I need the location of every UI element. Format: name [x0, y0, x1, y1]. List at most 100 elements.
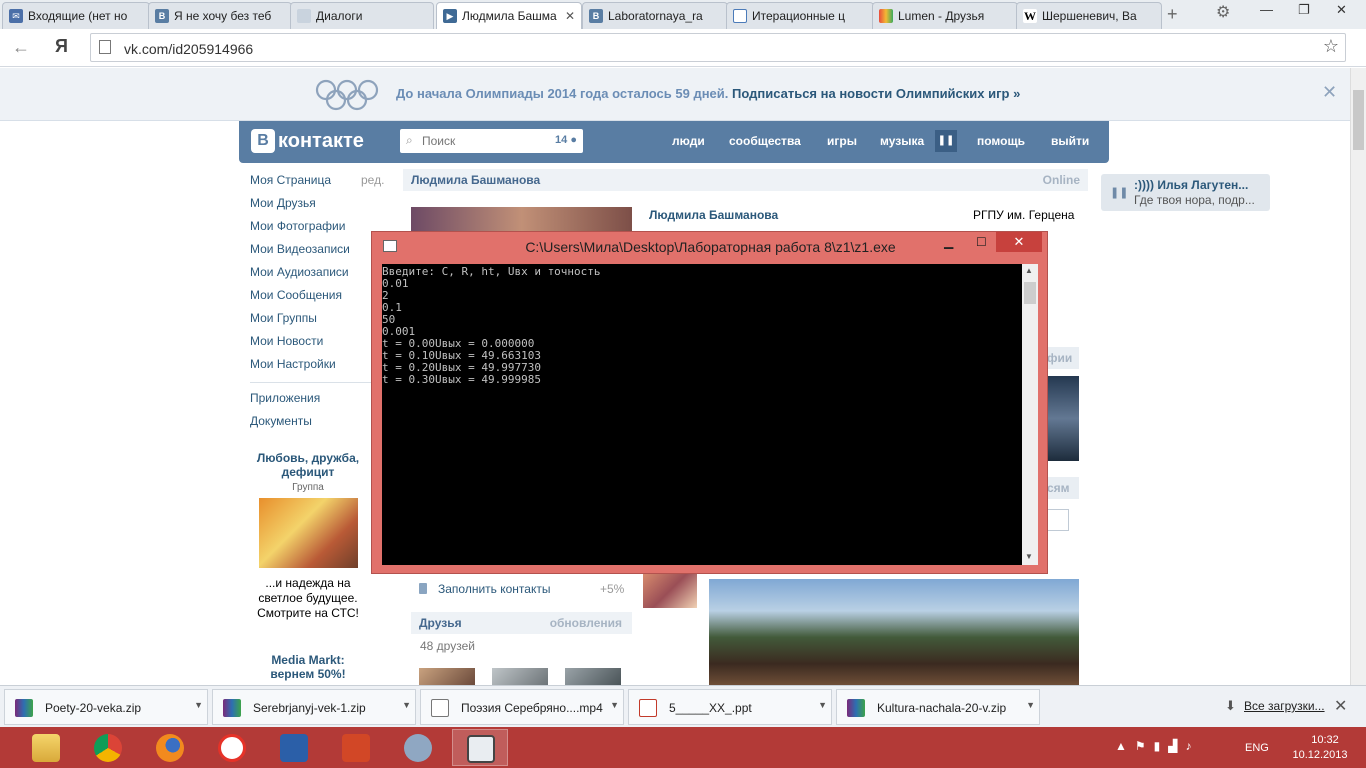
new-tab-icon[interactable]: +: [1167, 4, 1178, 25]
tab-wikipedia[interactable]: W Шершеневич, Ва: [1016, 2, 1162, 29]
menu-my-settings[interactable]: Мои Настройки: [250, 357, 385, 380]
close-icon[interactable]: ✕: [1322, 82, 1337, 103]
profile-university[interactable]: РГПУ им. Герцена: [973, 208, 1074, 222]
menu-apps[interactable]: Приложения: [250, 391, 385, 414]
maximize-icon[interactable]: ☐: [976, 235, 987, 249]
taskbar-powerpoint[interactable]: [328, 729, 384, 766]
friend-avatar[interactable]: [419, 668, 475, 685]
menu-my-page[interactable]: Моя Страница ред.: [250, 173, 385, 196]
nav-people[interactable]: люди: [672, 134, 705, 148]
pause-icon[interactable]: ❚❚: [935, 130, 957, 152]
language-indicator[interactable]: ENG: [1245, 742, 1269, 754]
friends-updates-link[interactable]: обновления: [550, 616, 622, 630]
photo-thumbnail[interactable]: [1047, 376, 1079, 461]
ad-block[interactable]: Media Markt: вернем 50%!: [250, 653, 366, 681]
scroll-down-icon[interactable]: ▼: [1025, 552, 1033, 561]
clock-time[interactable]: 10:32: [1300, 734, 1350, 746]
ad-text[interactable]: вернем 50%!: [250, 667, 366, 681]
ad-title[interactable]: Media Markt:: [250, 653, 366, 667]
fill-contacts-link[interactable]: Заполнить контакты: [438, 582, 550, 596]
close-window-icon[interactable]: ✕: [1336, 2, 1347, 18]
scrollbar-thumb[interactable]: [1353, 90, 1364, 150]
url-text[interactable]: vk.com/id205914966: [124, 41, 253, 57]
tab-vk-song[interactable]: B Я не хочу без теб: [148, 2, 292, 29]
chevron-down-icon[interactable]: ▼: [610, 700, 619, 710]
menu-my-news[interactable]: Мои Новости: [250, 334, 385, 357]
download-label[interactable]: Поэзия Серебряно....mp4: [461, 701, 603, 715]
tab-iteration[interactable]: Итерационные ц: [726, 2, 874, 29]
menu-my-messages[interactable]: Мои Сообщения: [250, 288, 385, 311]
menu-my-groups[interactable]: Мои Группы: [250, 311, 385, 334]
minimize-icon[interactable]: ▁: [944, 235, 953, 249]
photo-thumbnail[interactable]: [709, 579, 1079, 685]
nav-communities[interactable]: сообщества: [729, 134, 801, 148]
nav-music[interactable]: музыка: [880, 134, 924, 148]
notification-popup[interactable]: ❚❚ :)))) Илья Лагутен... Где твоя нора, …: [1101, 174, 1270, 211]
search-input[interactable]: [422, 131, 542, 151]
ad-title[interactable]: Любовь, дружба, дефицит: [250, 451, 366, 479]
battery-icon[interactable]: ▮: [1154, 739, 1161, 753]
page-scrollbar[interactable]: [1350, 68, 1366, 685]
chevron-down-icon[interactable]: ▼: [194, 700, 203, 710]
vk-logo[interactable]: B контакте: [251, 129, 364, 153]
wall-input[interactable]: [1047, 509, 1069, 531]
chevron-down-icon[interactable]: ▼: [402, 700, 411, 710]
taskbar-explorer[interactable]: [18, 729, 74, 766]
close-icon[interactable]: ✕: [996, 232, 1042, 252]
photo-thumbnail[interactable]: [643, 573, 697, 608]
minimize-icon[interactable]: —: [1260, 2, 1273, 17]
menu-my-audio[interactable]: Мои Аудиозаписи: [250, 265, 385, 288]
friends-count[interactable]: 48 друзей: [420, 639, 475, 653]
taskbar-yandex[interactable]: [204, 729, 260, 766]
olympic-subscribe-link[interactable]: Подписаться на новости Олимпийских игр »: [732, 86, 1020, 101]
tab-profile[interactable]: ▶ Людмила Башма ✕: [436, 2, 582, 29]
close-icon[interactable]: ✕: [565, 9, 575, 23]
scrollbar-thumb[interactable]: [1024, 282, 1036, 304]
taskbar-word[interactable]: [266, 729, 322, 766]
menu-item-label[interactable]: Моя Страница: [250, 173, 331, 187]
console-scrollbar[interactable]: ▲ ▼: [1022, 264, 1038, 565]
console-output[interactable]: Введите: C, R, ht, Uвх и точность 0.01 2…: [382, 264, 1022, 565]
download-label[interactable]: Kultura-nachala-20-v.zip: [877, 701, 1006, 715]
nav-games[interactable]: игры: [827, 134, 857, 148]
download-item[interactable]: 5_____XX_.ppt ▼: [628, 689, 832, 725]
tab-dialogs[interactable]: Диалоги: [290, 2, 434, 29]
chevron-down-icon[interactable]: ▼: [818, 700, 827, 710]
download-item[interactable]: Serebrjanyj-vek-1.zip ▼: [212, 689, 416, 725]
nav-logout[interactable]: выйти: [1051, 134, 1089, 148]
gear-icon[interactable]: ⚙: [1216, 2, 1230, 22]
menu-my-photos[interactable]: Мои Фотографии: [250, 219, 385, 242]
notification-title[interactable]: :)))) Илья Лагутен...: [1134, 178, 1248, 192]
network-icon[interactable]: ▟: [1168, 739, 1177, 753]
download-label[interactable]: Serebrjanyj-vek-1.zip: [253, 701, 366, 715]
nav-help[interactable]: помощь: [977, 134, 1025, 148]
download-item[interactable]: Поэзия Серебряно....mp4 ▼: [420, 689, 624, 725]
menu-documents[interactable]: Документы: [250, 414, 385, 437]
star-icon[interactable]: ☆: [1323, 36, 1339, 57]
download-label[interactable]: Poety-20-veka.zip: [45, 701, 141, 715]
ad-block[interactable]: Любовь, дружба, дефицит Группа ...и наде…: [250, 451, 366, 621]
taskbar-chrome[interactable]: [80, 729, 136, 766]
url-field[interactable]: vk.com/id205914966 ☆: [90, 33, 1346, 62]
menu-edit-link[interactable]: ред.: [361, 173, 384, 188]
restore-icon[interactable]: ❐: [1298, 2, 1310, 18]
clock-date[interactable]: 10.12.2013: [1290, 749, 1350, 761]
flag-icon[interactable]: ⚑: [1135, 739, 1146, 753]
scroll-up-icon[interactable]: ▲: [1025, 266, 1033, 275]
chevron-down-icon[interactable]: ▼: [1026, 700, 1035, 710]
friends-title[interactable]: Друзья: [419, 616, 462, 630]
friend-avatar[interactable]: [565, 668, 621, 685]
menu-my-friends[interactable]: Мои Друзья: [250, 196, 385, 219]
yandex-button[interactable]: Я: [55, 36, 68, 57]
all-downloads-link[interactable]: Все загрузки...: [1244, 699, 1325, 713]
close-icon[interactable]: ✕: [1334, 696, 1347, 716]
ad-image[interactable]: [258, 498, 358, 568]
ad-text[interactable]: ...и надежда на светлое будущее. Смотрит…: [250, 576, 366, 621]
vk-search[interactable]: ⌕ 14 ●: [400, 129, 583, 153]
tab-lumen[interactable]: Lumen - Друзья: [872, 2, 1018, 29]
taskbar-settings[interactable]: [390, 729, 446, 766]
taskbar-console[interactable]: [452, 729, 508, 766]
volume-icon[interactable]: ♪: [1186, 739, 1192, 753]
tab-inbox[interactable]: ✉ Входящие (нет но: [2, 2, 150, 29]
pause-icon[interactable]: ❚❚: [1110, 186, 1128, 199]
